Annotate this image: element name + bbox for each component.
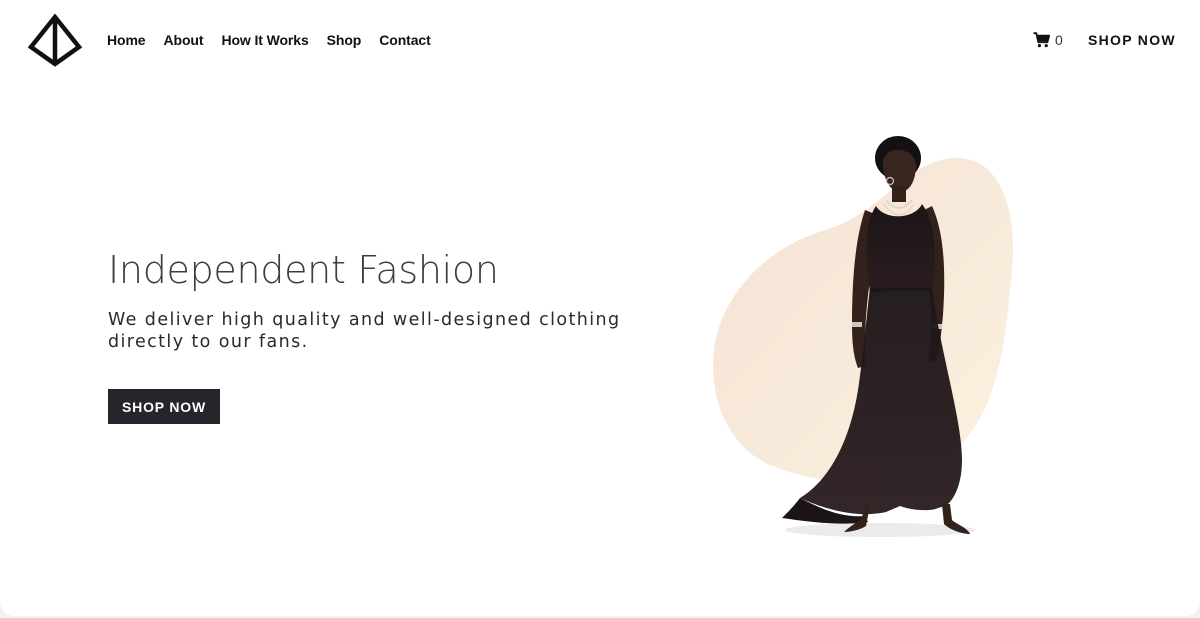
landing-page: Home About How It Works Shop Contact 0 S… — [0, 0, 1200, 616]
cart-button[interactable]: 0 — [1033, 31, 1063, 49]
shopping-cart-icon — [1033, 32, 1050, 48]
hero-model-image — [713, 136, 1014, 537]
nav-shop[interactable]: Shop — [327, 31, 362, 49]
nav-home[interactable]: Home — [107, 31, 146, 49]
nav-how-it-works[interactable]: How It Works — [221, 31, 308, 49]
hero-shop-now-button[interactable]: SHOP NOW — [108, 389, 220, 424]
cart-count: 0 — [1055, 32, 1063, 48]
header-shop-now-link[interactable]: SHOP NOW — [1088, 31, 1176, 49]
nav-about[interactable]: About — [164, 31, 204, 49]
nav-contact[interactable]: Contact — [379, 31, 431, 49]
logo-icon[interactable] — [28, 14, 82, 68]
hero-title: Independent Fashion — [108, 248, 499, 292]
hero-subtitle: We deliver high quality and well-designe… — [108, 310, 621, 352]
main-nav: Home About How It Works Shop Contact — [107, 31, 431, 49]
